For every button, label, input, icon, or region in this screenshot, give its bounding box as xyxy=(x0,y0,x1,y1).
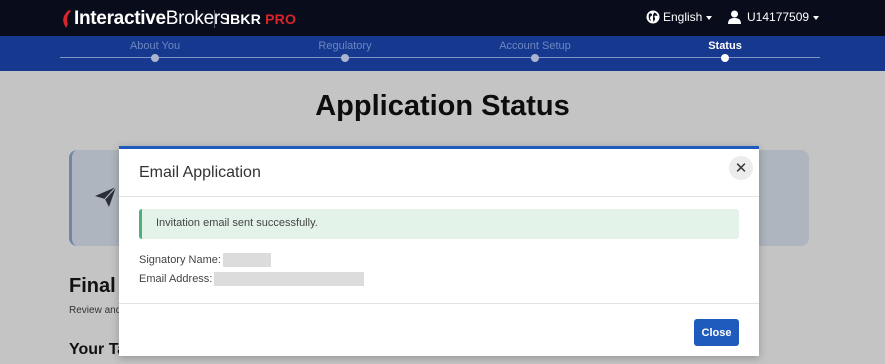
step-status[interactable]: Status xyxy=(645,40,805,52)
step-regulatory[interactable]: Regulatory xyxy=(265,40,425,52)
user-menu[interactable]: U14177509 xyxy=(728,10,820,24)
stepper-track xyxy=(60,57,820,58)
progress-stepper: About You Regulatory Account Setup Statu… xyxy=(0,36,885,71)
success-alert: Invitation email sent successfully. xyxy=(139,209,739,239)
product-name: IBKR PRO xyxy=(226,11,297,27)
brand-divider xyxy=(214,10,215,28)
language-label: English xyxy=(663,10,703,24)
step-dot xyxy=(341,54,349,62)
step-dot xyxy=(531,54,539,62)
section-heading-2: Your Ta xyxy=(69,341,127,358)
paper-plane-icon xyxy=(95,187,117,207)
chevron-down-icon xyxy=(813,15,820,20)
step-account-setup[interactable]: Account Setup xyxy=(455,40,615,52)
modal-title: Email Application xyxy=(139,164,261,181)
top-bar: InteractiveBrokers IBKR PRO English U141… xyxy=(0,0,885,36)
page-title: Application Status xyxy=(315,90,570,122)
email-address-label: Email Address: xyxy=(139,273,213,285)
redacted-value xyxy=(222,253,271,267)
chevron-down-icon xyxy=(706,15,713,20)
brand-logo[interactable]: InteractiveBrokers xyxy=(60,8,229,30)
close-icon[interactable]: ✕ xyxy=(729,156,753,180)
email-application-modal: Email Application ✕ Invitation email sen… xyxy=(119,146,759,356)
email-address-row: Email Address: xyxy=(139,272,365,286)
globe-icon xyxy=(646,10,660,24)
redacted-value xyxy=(214,272,365,286)
section-subtext: Review and xyxy=(69,305,122,316)
brand-name: InteractiveBrokers xyxy=(74,8,230,29)
language-selector[interactable]: English xyxy=(646,10,713,24)
close-button[interactable]: Close xyxy=(694,319,739,346)
step-dot xyxy=(151,54,159,62)
user-icon xyxy=(728,10,741,24)
signatory-name-row: Signatory Name: xyxy=(139,253,271,267)
signatory-name-label: Signatory Name: xyxy=(139,254,221,266)
username-label: U14177509 xyxy=(747,10,810,24)
step-about-you[interactable]: About You xyxy=(75,40,235,52)
section-heading: Final xyxy=(69,275,116,297)
step-dot-active xyxy=(721,54,729,62)
modal-footer-divider xyxy=(119,303,759,304)
brand-mark-icon xyxy=(63,10,71,28)
modal-header: Email Application ✕ xyxy=(119,149,759,197)
